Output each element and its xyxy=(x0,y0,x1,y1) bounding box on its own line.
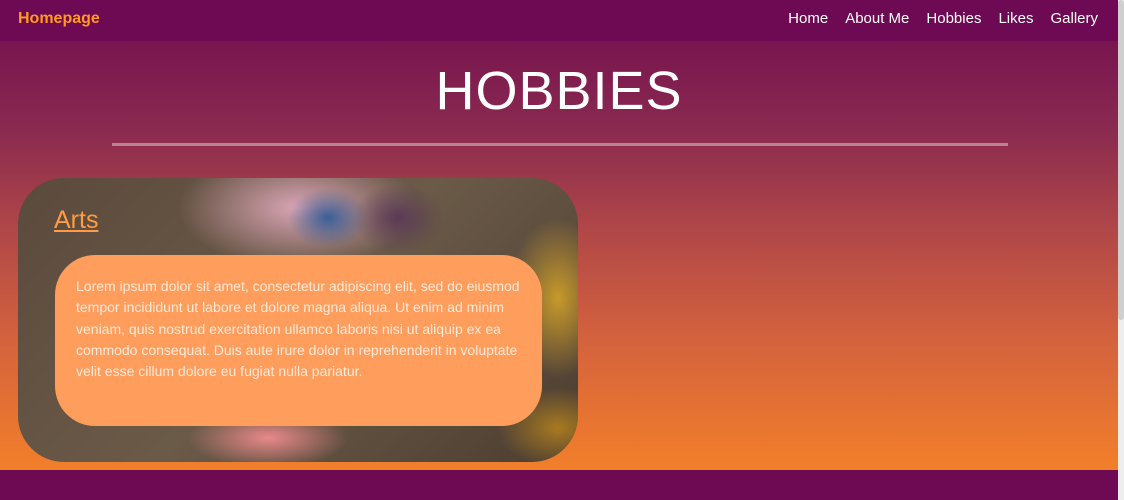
navbar: Homepage Home About Me Hobbies Likes Gal… xyxy=(0,0,1118,41)
nav-links: Home About Me Hobbies Likes Gallery xyxy=(788,10,1098,27)
nav-link-gallery[interactable]: Gallery xyxy=(1050,10,1098,27)
page-title: HOBBIES xyxy=(435,61,683,121)
hobby-card-arts: Arts Lorem ipsum dolor sit amet, consect… xyxy=(18,178,578,462)
nav-link-hobbies[interactable]: Hobbies xyxy=(926,10,981,27)
nav-link-about-me[interactable]: About Me xyxy=(845,10,909,27)
nav-link-home[interactable]: Home xyxy=(788,10,828,27)
nav-link-likes[interactable]: Likes xyxy=(998,10,1033,27)
brand-link[interactable]: Homepage xyxy=(18,10,100,28)
footer xyxy=(0,470,1118,500)
divider xyxy=(112,143,1008,146)
hobby-heading-link[interactable]: Arts xyxy=(54,206,98,235)
hobby-description: Lorem ipsum dolor sit amet, consectetur … xyxy=(55,255,542,426)
scrollbar[interactable] xyxy=(1118,0,1124,500)
scrollbar-thumb[interactable] xyxy=(1118,0,1124,320)
